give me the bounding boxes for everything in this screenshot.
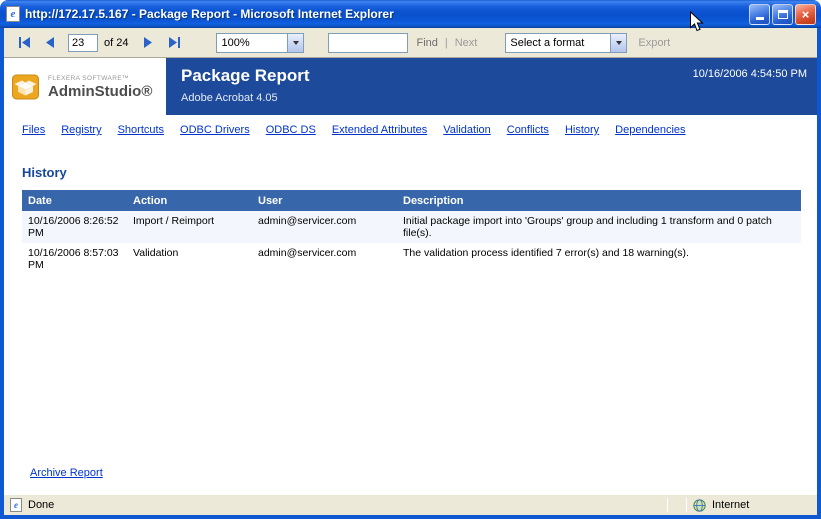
column-header-user: User xyxy=(252,190,397,211)
last-page-button[interactable] xyxy=(162,32,186,54)
export-format-select[interactable]: Select a format xyxy=(505,33,627,53)
window-frame: of 24 100% Find | Next Select a format E… xyxy=(0,28,821,519)
history-table: Date Action User Description 10/16/2006 … xyxy=(22,190,801,275)
column-header-action: Action xyxy=(127,190,252,211)
cell-description: The validation process identified 7 erro… xyxy=(397,243,801,275)
find-link[interactable]: Find xyxy=(416,37,437,49)
caption-buttons: × xyxy=(749,4,816,25)
export-format-value: Select a format xyxy=(506,37,610,49)
page-title: Package Report xyxy=(181,67,310,84)
previous-page-icon xyxy=(45,37,55,48)
cell-action: Import / Reimport xyxy=(127,211,252,243)
browser-window: e http://172.17.5.167 - Package Report -… xyxy=(0,0,821,519)
first-page-button[interactable] xyxy=(12,32,36,54)
report-header-banner: FLEXERA SOFTWARE™ AdminStudio® Package R… xyxy=(4,58,817,115)
internet-zone-pane: Internet xyxy=(687,499,815,512)
zone-label: Internet xyxy=(712,499,749,511)
report-datetime: 10/16/2006 4:54:50 PM xyxy=(693,58,817,115)
archive-report-link[interactable]: Archive Report xyxy=(30,467,103,479)
brand-flexera-label: FLEXERA SOFTWARE™ xyxy=(48,75,152,82)
close-button[interactable]: × xyxy=(795,4,816,25)
find-next-separator: | xyxy=(445,37,448,49)
cell-date: 10/16/2006 8:57:03 PM xyxy=(22,243,127,275)
cell-description: Initial package import into 'Groups' gro… xyxy=(397,211,801,243)
table-row: 10/16/2006 8:26:52 PM Import / Reimport … xyxy=(22,211,801,243)
first-page-icon xyxy=(18,37,31,48)
window-title: http://172.17.5.167 - Package Report - M… xyxy=(25,7,744,21)
find-next-link[interactable]: Next xyxy=(455,37,478,49)
page-number-input[interactable] xyxy=(68,34,98,52)
chevron-down-icon[interactable] xyxy=(610,34,626,52)
zoom-value: 100% xyxy=(217,37,287,49)
status-pane: e Done xyxy=(6,498,667,512)
next-page-icon xyxy=(143,37,153,48)
cell-user: admin@servicer.com xyxy=(252,243,397,275)
brand-text: FLEXERA SOFTWARE™ AdminStudio® xyxy=(48,75,152,99)
status-bar: e Done Internet xyxy=(4,494,817,515)
column-header-date: Date xyxy=(22,190,127,211)
brand-adminstudio-label: AdminStudio® xyxy=(48,84,152,99)
section-title-history: History xyxy=(22,165,817,180)
previous-page-button[interactable] xyxy=(38,32,62,54)
report-title-block: Package Report Adobe Acrobat 4.05 xyxy=(166,58,310,115)
nav-link-extended-attributes[interactable]: Extended Attributes xyxy=(332,124,427,136)
minimize-icon xyxy=(756,17,764,20)
adminstudio-logo: FLEXERA SOFTWARE™ AdminStudio® xyxy=(4,58,166,115)
statusbar-pane xyxy=(668,495,686,515)
maximize-icon xyxy=(778,10,788,19)
column-header-description: Description xyxy=(397,190,801,211)
report-section-nav: Files Registry Shortcuts ODBC Drivers OD… xyxy=(4,115,817,144)
nav-link-odbc-ds[interactable]: ODBC DS xyxy=(266,124,316,136)
report-page: FLEXERA SOFTWARE™ AdminStudio® Package R… xyxy=(4,58,817,494)
find-input[interactable] xyxy=(328,33,408,53)
nav-link-validation[interactable]: Validation xyxy=(443,124,491,136)
maximize-button[interactable] xyxy=(772,4,793,25)
next-page-button[interactable] xyxy=(136,32,160,54)
cell-user: admin@servicer.com xyxy=(252,211,397,243)
page-count-label: of 24 xyxy=(104,37,128,49)
report-toolbar: of 24 100% Find | Next Select a format E… xyxy=(4,28,817,58)
zoom-select[interactable]: 100% xyxy=(216,33,304,53)
page-icon: e xyxy=(10,498,22,512)
cell-action: Validation xyxy=(127,243,252,275)
nav-link-shortcuts[interactable]: Shortcuts xyxy=(118,124,164,136)
ie-logo-icon: e xyxy=(6,6,20,22)
nav-link-files[interactable]: Files xyxy=(22,124,45,136)
last-page-icon xyxy=(168,37,181,48)
nav-link-dependencies[interactable]: Dependencies xyxy=(615,124,685,136)
minimize-button[interactable] xyxy=(749,4,770,25)
export-link[interactable]: Export xyxy=(638,37,670,49)
globe-icon xyxy=(693,499,706,512)
nav-link-history[interactable]: History xyxy=(565,124,599,136)
cell-date: 10/16/2006 8:26:52 PM xyxy=(22,211,127,243)
nav-link-odbc-drivers[interactable]: ODBC Drivers xyxy=(180,124,250,136)
status-text: Done xyxy=(28,499,54,511)
table-row: 10/16/2006 8:57:03 PM Validation admin@s… xyxy=(22,243,801,275)
nav-link-conflicts[interactable]: Conflicts xyxy=(507,124,549,136)
table-header-row: Date Action User Description xyxy=(22,190,801,211)
window-titlebar[interactable]: e http://172.17.5.167 - Package Report -… xyxy=(0,0,821,28)
close-icon: × xyxy=(802,8,810,21)
adminstudio-logo-icon xyxy=(12,73,42,100)
nav-link-registry[interactable]: Registry xyxy=(61,124,101,136)
chevron-down-icon[interactable] xyxy=(287,34,303,52)
package-name: Adobe Acrobat 4.05 xyxy=(181,92,310,104)
